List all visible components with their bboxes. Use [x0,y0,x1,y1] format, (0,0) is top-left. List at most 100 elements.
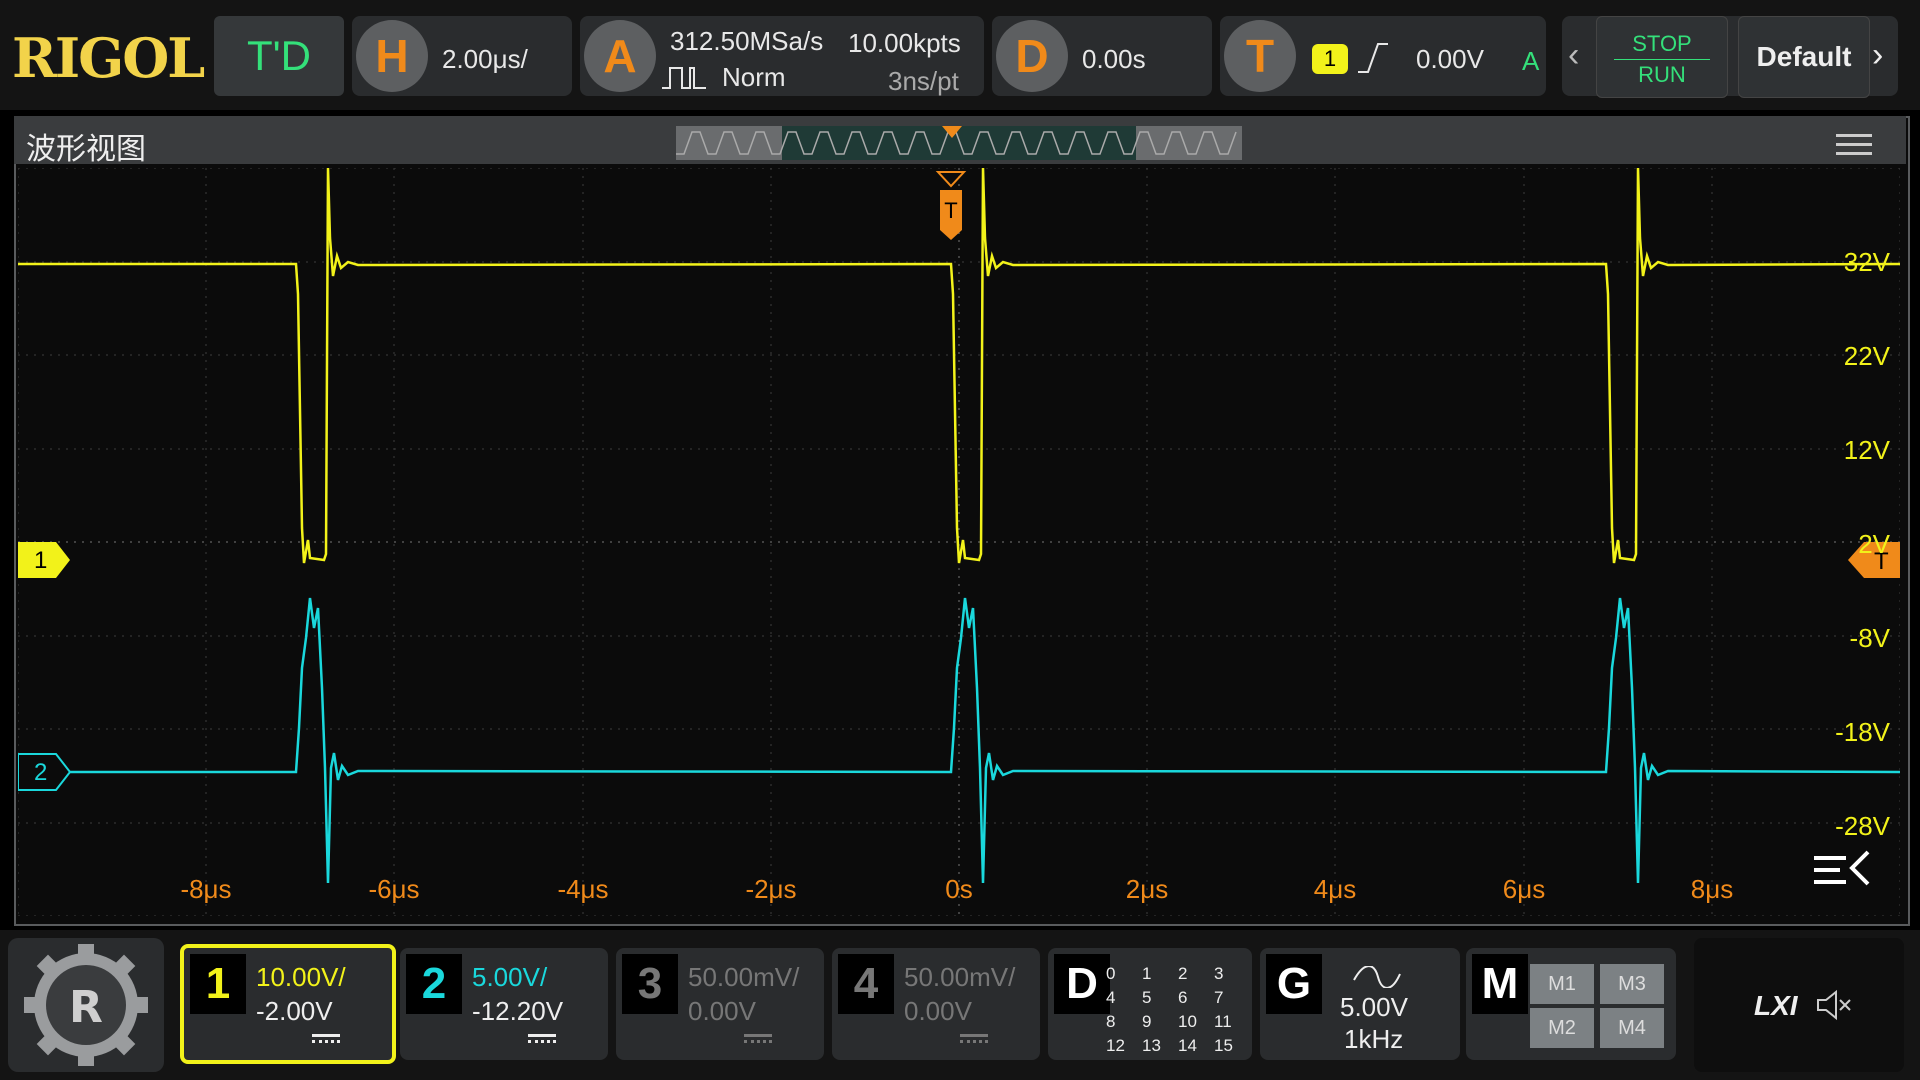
math-icon: M [1472,954,1528,1014]
dc-coupling-icon [312,1034,340,1049]
digital-icon: D [1054,954,1110,1014]
waveform-view-title: 波形视图 [26,133,146,166]
math-panel[interactable]: M M1 M3 M2 M4 [1466,948,1676,1060]
channel-3-scale: 50.00mV/ [688,962,800,992]
speaker-muted-icon[interactable] [1814,988,1854,1022]
menu-icon[interactable] [1836,128,1872,161]
run-label: RUN [1638,62,1686,87]
channel-1-offset-marker[interactable]: 1 [18,542,70,578]
time-label: 4μs [1314,874,1356,904]
trigger-level: 0.00V [1416,44,1484,74]
time-domain-button[interactable]: T'D [214,16,344,96]
digital-bit-label: 12 [1106,1036,1125,1055]
horizontal-scale: 2.00μs/ [442,44,528,74]
time-scale-labels: -8μs -6μs -4μs -2μs 0s 2μs 4μs 6μs 8μs [180,874,1733,904]
default-button[interactable]: Default [1738,16,1870,98]
digital-bit-label: 13 [1142,1036,1161,1055]
time-label: 6μs [1503,874,1545,904]
waveform-plot[interactable]: T 1 2 T 32V22V12V2V-8V-18V-28V -8μs -6μs -… [18,168,1900,916]
channel-2-scale: 5.00V/ [472,962,548,992]
chevron-right-icon[interactable]: › [1872,36,1883,75]
math-m4-button[interactable]: M4 [1600,1008,1664,1048]
voltage-label: -18V [1835,717,1891,747]
digital-bit-label: 7 [1214,988,1224,1007]
channel-2-panel[interactable]: 2 5.00V/ -12.20V [400,948,608,1060]
gear-icon: R [24,944,148,1066]
channel-1-marker-label: 1 [34,547,47,574]
generator-frequency: 1kHz [1344,1024,1404,1054]
generator-amplitude: 5.00V [1340,992,1408,1022]
svg-text:R: R [69,982,103,1033]
time-label: -4μs [557,874,608,904]
channel-3-panel[interactable]: 3 50.00mV/0.00V [616,948,824,1060]
stop-label: STOP [1632,31,1692,56]
voltage-label: -8V [1850,623,1891,653]
status-area: LXI [1694,938,1904,1072]
digital-bit-label: 2 [1178,964,1188,983]
voltage-label: 2V [1858,529,1890,559]
run-stop-button[interactable]: STOP RUN [1596,16,1728,98]
trigger-position-marker[interactable]: T [935,171,967,240]
trigger-sweep: A [1522,46,1540,76]
dc-coupling-icon [528,1034,556,1049]
trigger-marker-label: T [944,198,957,223]
voltage-label: 12V [1844,435,1891,465]
sine-wave-icon [1353,966,1401,988]
voltage-scale-labels: 32V 22V 12V 2V -8V -18V -28V [1835,247,1891,841]
channel-4-number: 4 [838,954,894,1014]
math-m1-button[interactable]: M1 [1530,964,1594,1004]
math-m3-button[interactable]: M3 [1600,964,1664,1004]
time-per-point: 3ns/pt [888,66,959,96]
math-m2-button[interactable]: M2 [1530,1008,1594,1048]
channel-1-panel[interactable]: 1 10.00V/ -2.00V [180,944,396,1064]
channel-4-scale: 50.00mV/ [904,962,1016,992]
generator-icon: G [1266,954,1322,1014]
digital-bit-label: 11 [1214,1012,1232,1031]
digital-bit-label: 0 [1106,964,1116,983]
time-label: -2μs [745,874,796,904]
acquire-mode: Norm [722,62,786,92]
sample-rate: 312.50MSa/s [670,26,824,56]
channel-3-offset: 0.00V [688,996,756,1026]
voltage-label: 22V [1844,341,1891,371]
time-label: 8μs [1691,874,1733,904]
digital-bit-label: 10 [1178,1012,1197,1031]
chevron-left-icon[interactable]: ‹ [1568,36,1579,75]
acquire-icon[interactable]: A [584,20,656,92]
memory-overview-bar[interactable] [676,126,1242,160]
time-label: 2μs [1126,874,1168,904]
generator-panel[interactable]: G 5.00V 1kHz [1260,948,1460,1060]
delay-value: 0.00s [1082,44,1146,74]
trigger-icon[interactable]: T [1224,20,1296,92]
digital-bit-label: 9 [1142,1012,1152,1031]
voltage-label: 32V [1844,247,1891,277]
channel-2-marker-label: 2 [34,759,47,786]
digital-bit-label: 15 [1214,1036,1233,1055]
delay-icon[interactable]: D [996,20,1068,92]
time-label: 0s [945,874,972,904]
channel-1-number: 1 [190,954,246,1014]
digital-bit-label: 6 [1178,988,1188,1007]
channel-3-number: 3 [622,954,678,1014]
lxi-logo: LXI [1754,990,1798,1021]
digital-bit-label: 4 [1106,988,1116,1007]
dc-coupling-icon [960,1034,988,1049]
acquire-mode-icon [662,67,706,89]
channel-4-offset: 0.00V [904,996,972,1026]
collapse-panel-icon[interactable] [1814,850,1870,886]
digital-bit-label: 1 [1142,964,1152,983]
digital-bit-label: 14 [1178,1036,1197,1055]
horizontal-icon[interactable]: H [356,20,428,92]
channel-2-offset-marker[interactable]: 2 [18,753,72,791]
trigger-source-badge: 1 [1312,44,1348,74]
channel-4-panel[interactable]: 4 50.00mV/0.00V [832,948,1040,1060]
digital-bit-label: 3 [1214,964,1224,983]
digital-channels-panel[interactable]: D 0 1 2 3 4 5 6 7 8 9 10 11 12 13 14 15 [1048,948,1252,1060]
channel-2-offset: -12.20V [472,996,564,1026]
dc-coupling-icon [744,1034,772,1049]
channel-1-offset: -2.00V [256,996,333,1026]
time-label: -6μs [368,874,419,904]
channel-2-number: 2 [406,954,462,1014]
function-navigation-button[interactable]: R [8,938,164,1072]
rising-edge-icon [1358,43,1388,73]
